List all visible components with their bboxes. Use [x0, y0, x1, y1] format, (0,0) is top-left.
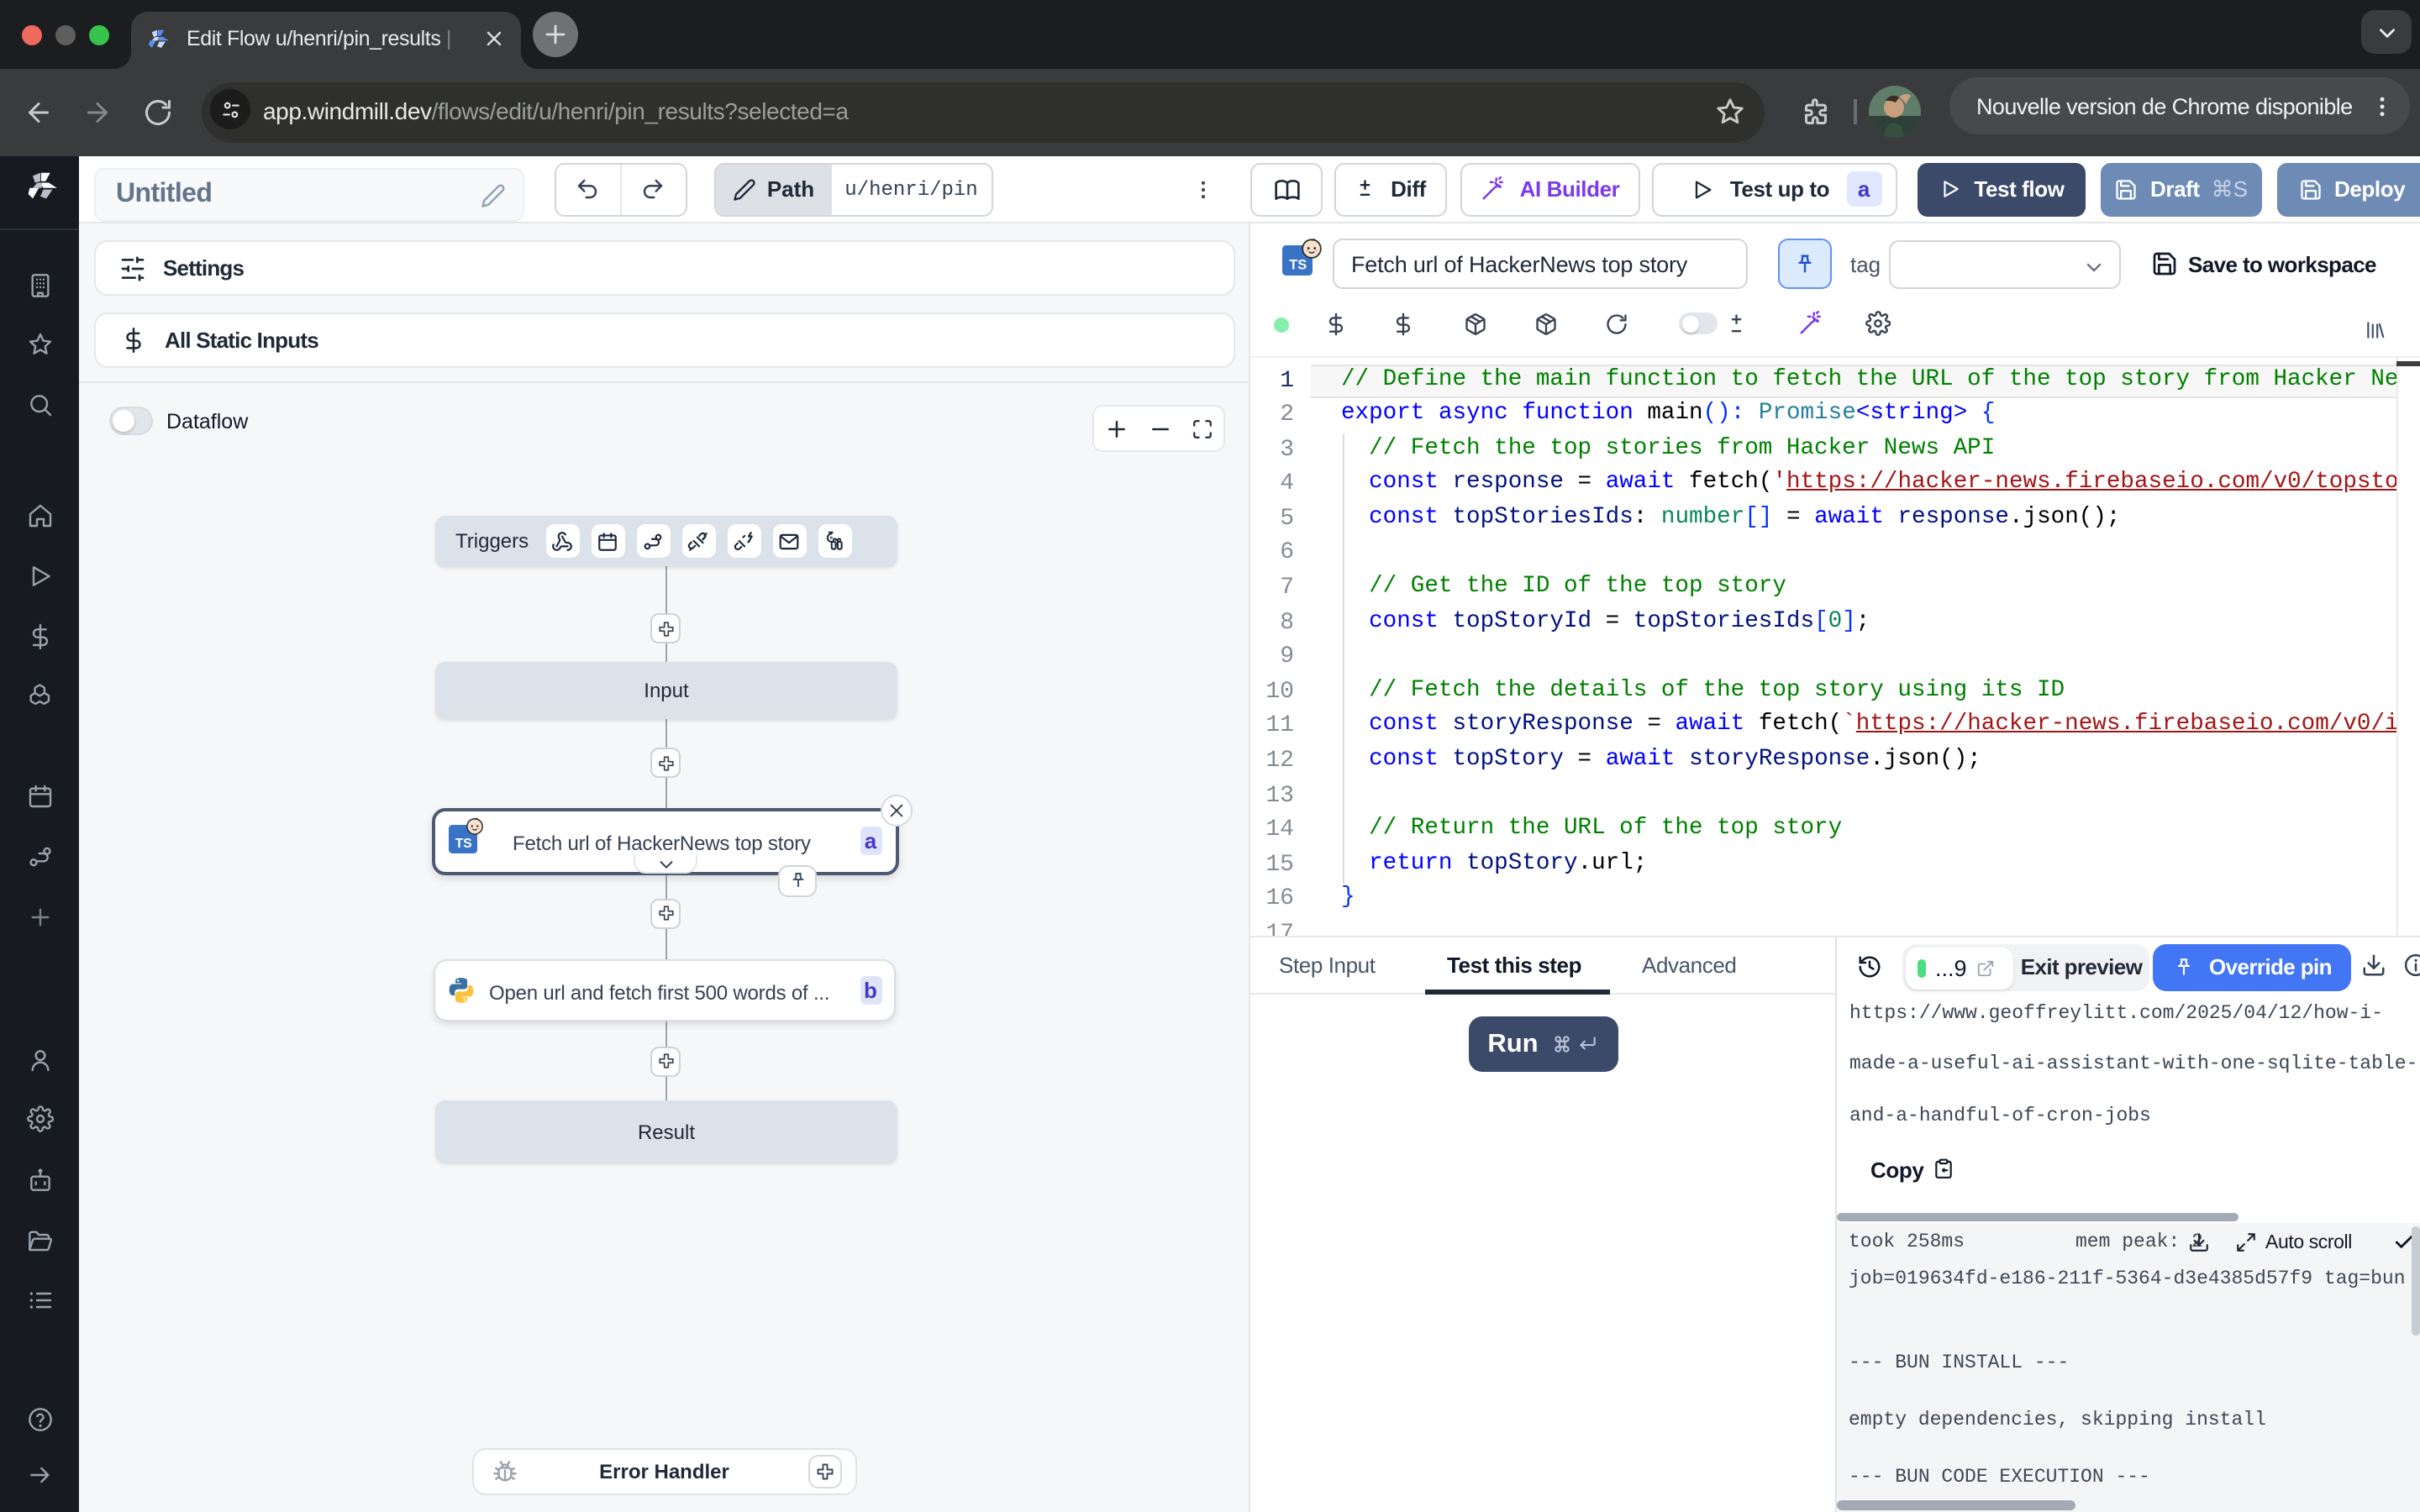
svg-text:TS: TS	[455, 837, 472, 851]
svg-text:TS: TS	[1289, 258, 1307, 273]
